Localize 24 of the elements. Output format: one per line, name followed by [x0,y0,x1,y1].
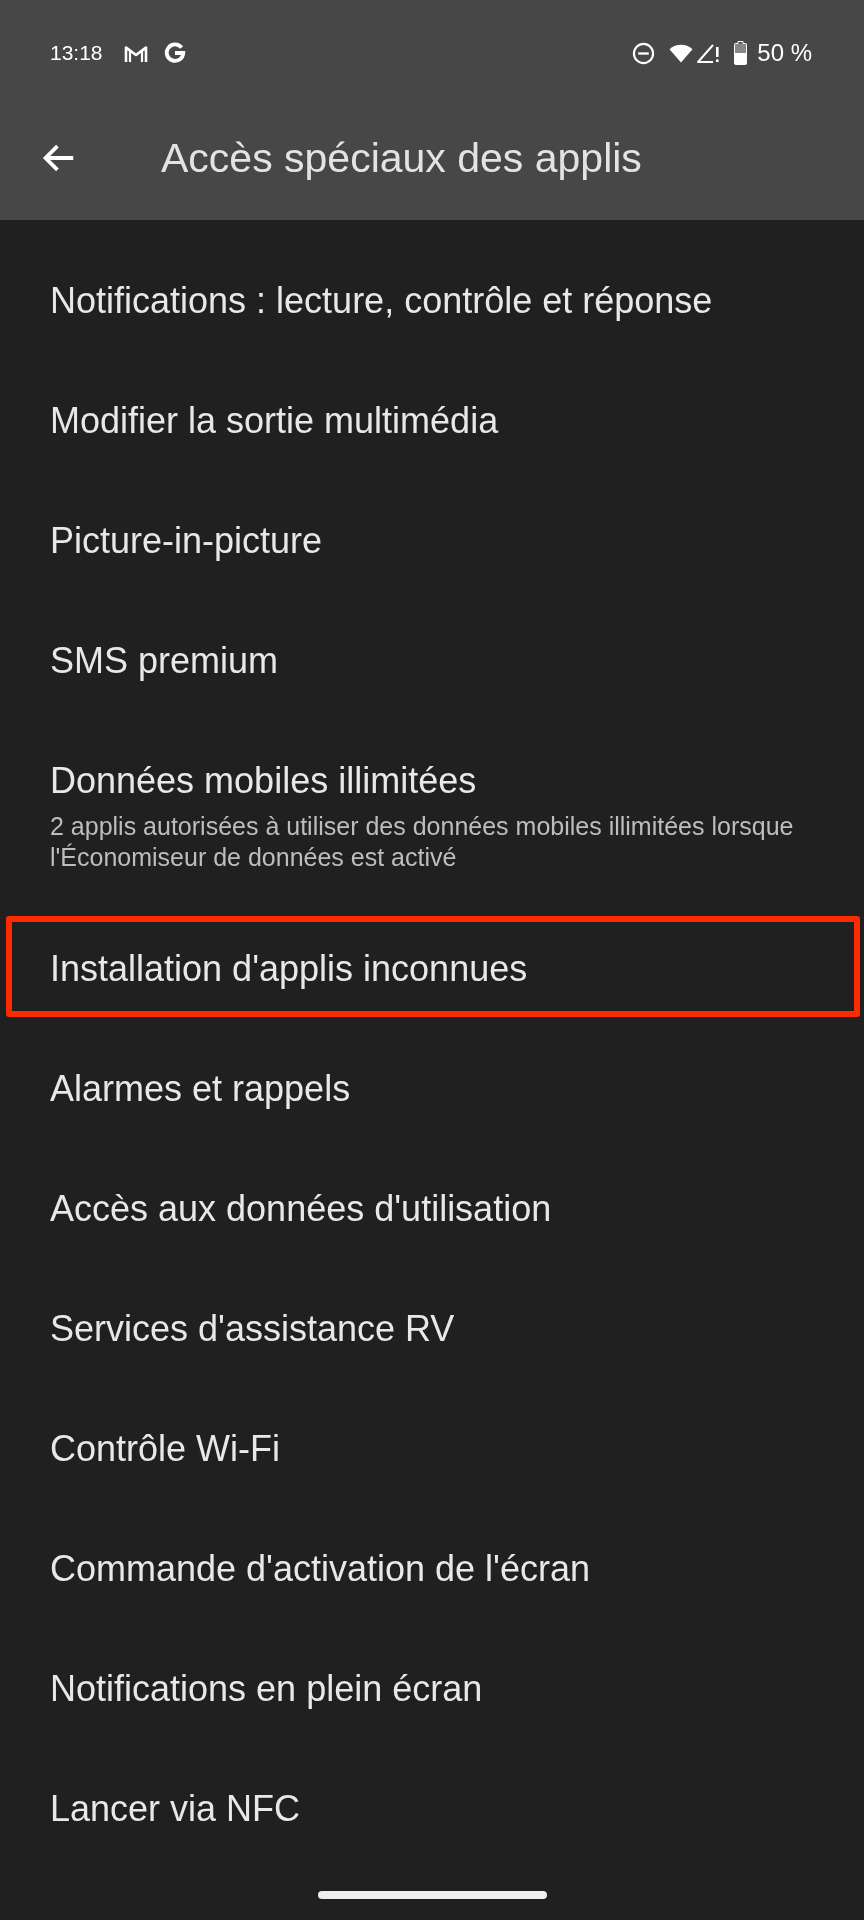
setting-title[interactable]: Notifications en plein écran [50,1669,483,1709]
setting-title[interactable]: Installation d'applis inconnues [50,949,528,989]
setting-title[interactable]: Services d'assistance RV [50,1309,455,1349]
setting-title[interactable]: Picture-in-picture [50,521,323,561]
setting-title[interactable]: Commande d'activation de l'écran [50,1549,591,1589]
setting-title[interactable]: Lancer via NFC [50,1789,301,1829]
g-logo-icon [163,42,186,64]
signal-icon [696,42,721,64]
setting-title[interactable]: Notifications : lecture, contrôle et réponse [50,281,713,321]
setting-title[interactable]: Accès aux données d'utilisation [50,1189,552,1229]
setting-title[interactable]: Contrôle Wi-Fi [50,1429,281,1469]
setting-title[interactable]: Modifier la sortie multimédia [50,401,499,441]
status-time: 13:18 [50,41,103,65]
do-not-disturb-icon [632,41,656,65]
setting-description: 2 applis autorisées à utiliser des données mobiles illimitées lorsque l'Économiseur de données est activé [50,811,795,873]
setting-title[interactable]: Alarmes et rappels [50,1069,351,1109]
gesture-handle[interactable] [317,1891,547,1899]
m-logo-icon [123,43,148,63]
setting-title[interactable]: Données mobiles illimitées [50,761,477,801]
battery-percentage: 50 % [757,39,812,67]
setting-title[interactable]: SMS premium [50,641,279,681]
wifi-icon [669,43,694,63]
page-title: Accès spéciaux des applis [161,134,642,182]
battery-icon [734,41,748,65]
